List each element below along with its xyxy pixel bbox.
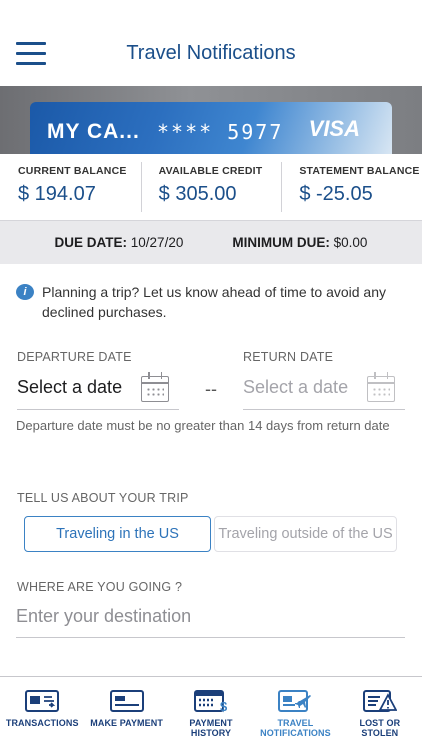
traveling-outside-us-button[interactable]: Traveling outside of the US (214, 516, 397, 552)
card-name: MY CA... (47, 120, 140, 143)
traveling-in-us-button[interactable]: Traveling in the US (24, 516, 211, 552)
statement-balance: STATEMENT BALANCE $ -25.05 (281, 154, 422, 220)
bottom-navigation: TRANSACTIONS MAKE PAYMENT $ PAYMENT HISTO… (0, 676, 422, 750)
date-separator: -- (205, 379, 217, 399)
available-credit-label: AVAILABLE CREDIT (158, 165, 263, 177)
payment-history-icon: $ (194, 690, 228, 713)
card-banner: MY CA... **** 5977 VISA (0, 86, 422, 154)
statement-balance-label: STATEMENT BALANCE (299, 165, 420, 177)
balance-summary: CURRENT BALANCE $ 194.07 AVAILABLE CREDI… (0, 154, 422, 220)
nav-label: MAKE PAYMENT (90, 718, 163, 728)
nav-make-payment[interactable]: MAKE PAYMENT (84, 677, 168, 750)
nav-label: PAYMENT HISTORY (189, 718, 233, 738)
nav-label: TRAVEL NOTIFICATIONS (260, 718, 331, 738)
app-header: Travel Notifications (0, 0, 422, 86)
svg-text:$: $ (220, 699, 228, 713)
available-credit-value: $ 305.00 (158, 183, 237, 205)
due-date-label: DUE DATE: (54, 235, 128, 250)
current-balance: CURRENT BALANCE $ 194.07 (0, 154, 141, 220)
current-balance-value: $ 194.07 (18, 183, 96, 205)
trip-type-label: TELL US ABOUT YOUR TRIP (17, 491, 189, 505)
transactions-icon (25, 690, 60, 712)
date-hint: Departure date must be no greater than 1… (16, 418, 390, 433)
nav-lost-or-stolen[interactable]: LOST OR STOLEN (338, 677, 422, 750)
return-date-value: Select a date (243, 377, 349, 397)
page-title: Travel Notifications (126, 42, 296, 64)
nav-label: LOST OR STOLEN (359, 718, 401, 738)
minimum-due: MINIMUM DUE: $0.00 (232, 235, 367, 250)
card-number: **** 5977 (157, 120, 284, 144)
statement-balance-value: $ -25.05 (299, 183, 373, 205)
destination-field (16, 600, 405, 638)
credit-card: MY CA... **** 5977 VISA (30, 102, 392, 154)
info-text: Planning a trip? Let us know ahead of ti… (42, 284, 386, 320)
minimum-due-label: MINIMUM DUE: (232, 235, 330, 250)
calendar-icon[interactable] (367, 372, 395, 402)
destination-label: WHERE ARE YOU GOING ? (17, 580, 183, 594)
minimum-due-value: $0.00 (333, 235, 368, 250)
nav-payment-history[interactable]: $ PAYMENT HISTORY (169, 677, 253, 750)
due-date: DUE DATE: 10/27/20 (55, 235, 184, 250)
lost-stolen-icon (362, 690, 397, 712)
destination-input[interactable] (16, 600, 405, 632)
nav-transactions[interactable]: TRANSACTIONS (0, 677, 84, 750)
trip-info-message: i Planning a trip? Let us know ahead of … (16, 282, 406, 322)
trip-type-selector: Traveling in the US Traveling outside of… (24, 516, 398, 552)
due-date-value: 10/27/20 (130, 235, 184, 250)
return-date-field[interactable]: Select a date (243, 370, 405, 410)
available-credit: AVAILABLE CREDIT $ 305.00 (140, 154, 282, 220)
departure-date-field[interactable]: Select a date (17, 370, 179, 410)
departure-date-value: Select a date (17, 377, 123, 397)
current-balance-label: CURRENT BALANCE (18, 165, 127, 177)
travel-notifications-icon (278, 690, 312, 712)
nav-label: TRANSACTIONS (5, 718, 79, 728)
calendar-icon[interactable] (141, 372, 169, 402)
return-date-label: RETURN DATE (243, 350, 334, 364)
card-payment-icon (109, 690, 144, 712)
nav-travel-notifications[interactable]: TRAVEL NOTIFICATIONS (253, 677, 337, 750)
visa-logo: VISA (308, 116, 360, 141)
due-info-bar: DUE DATE: 10/27/20 MINIMUM DUE: $0.00 (0, 220, 422, 264)
info-icon: i (16, 284, 34, 300)
departure-date-label: DEPARTURE DATE (17, 350, 132, 364)
